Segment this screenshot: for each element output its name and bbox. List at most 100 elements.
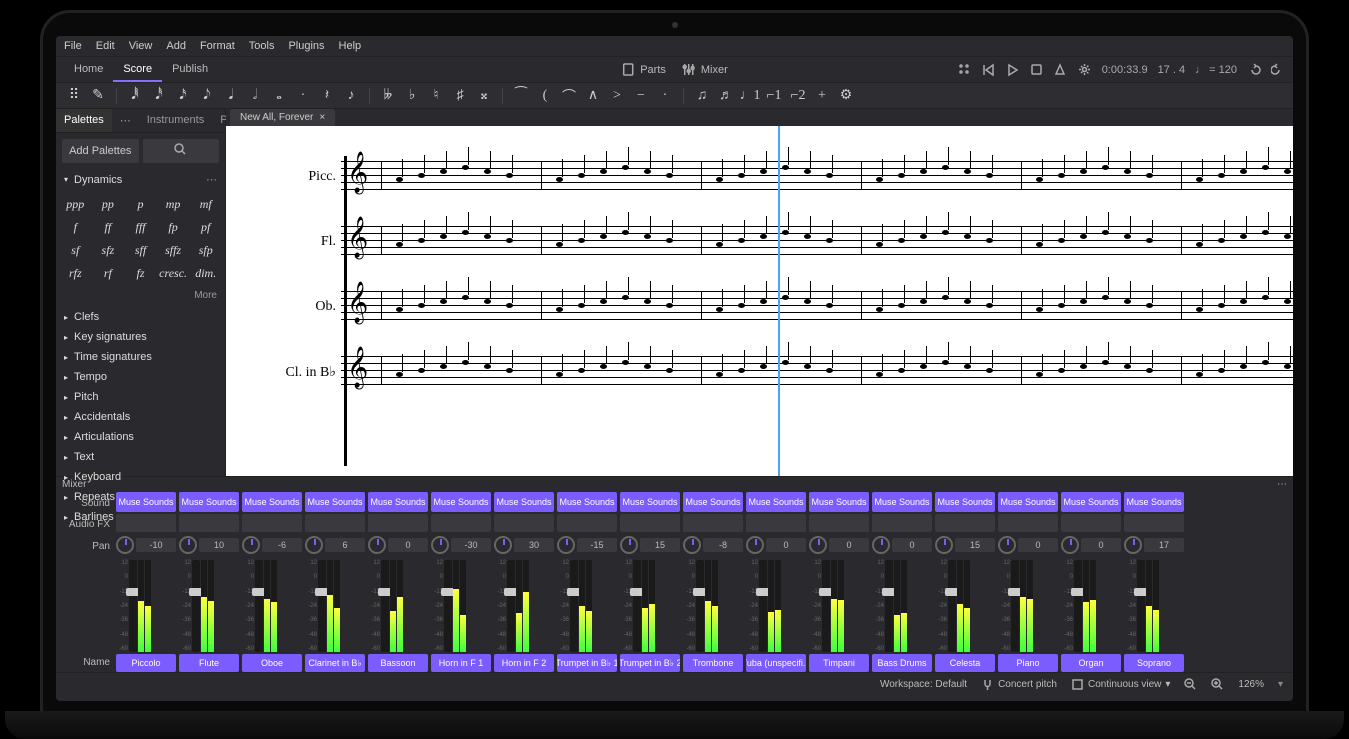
fx-slot[interactable] (746, 514, 806, 532)
pan-knob[interactable] (116, 536, 134, 554)
pan-value[interactable]: 0 (1081, 538, 1121, 552)
pencil-icon[interactable]: ✎ (88, 86, 108, 106)
fx-slot[interactable] (305, 514, 365, 532)
pan-knob[interactable] (683, 536, 701, 554)
fx-slot[interactable] (368, 514, 428, 532)
menu-edit[interactable]: Edit (96, 40, 115, 52)
pan-value[interactable]: -8 (703, 538, 743, 552)
fx-slot[interactable] (998, 514, 1058, 532)
dynamic-mp[interactable]: mp (158, 194, 189, 215)
note-duration-button[interactable]: 𝅘𝅥𝅯 (173, 86, 193, 106)
pan-value[interactable]: 17 (1144, 538, 1184, 552)
workspace-selector[interactable]: Workspace: Default (880, 679, 967, 690)
pan-value[interactable]: 15 (640, 538, 680, 552)
pan-value[interactable]: 6 (325, 538, 365, 552)
volume-fader[interactable] (948, 560, 956, 652)
grip-icon[interactable]: ⠿ (64, 86, 84, 106)
sound-selector[interactable]: Muse Sounds (368, 492, 428, 512)
fx-slot[interactable] (494, 514, 554, 532)
sidetab-1[interactable]: ⋯ (112, 109, 139, 132)
note-duration-button[interactable]: ♪ (341, 86, 361, 106)
undo-icon[interactable] (1247, 63, 1261, 77)
menu-add[interactable]: Add (166, 40, 186, 52)
sound-selector[interactable]: Muse Sounds (116, 492, 176, 512)
menu-view[interactable]: View (129, 40, 153, 52)
channel-name[interactable]: Timpani (809, 654, 869, 672)
pan-value[interactable]: 30 (514, 538, 554, 552)
volume-fader[interactable] (318, 560, 326, 652)
pan-value[interactable]: 0 (388, 538, 428, 552)
tool-button[interactable]: + (812, 86, 832, 106)
dynamic-rf[interactable]: rf (93, 263, 124, 284)
menu-help[interactable]: Help (339, 40, 362, 52)
dynamic-fff[interactable]: fff (125, 217, 156, 238)
channel-name[interactable]: Celesta (935, 654, 995, 672)
fx-slot[interactable] (809, 514, 869, 532)
playhead[interactable] (778, 126, 780, 476)
settings-icon[interactable] (1078, 63, 1092, 77)
pan-knob[interactable] (1061, 536, 1079, 554)
articulation-button[interactable]: ⌒ (559, 86, 579, 106)
redo-icon[interactable] (1271, 63, 1285, 77)
fx-slot[interactable] (431, 514, 491, 532)
fx-slot[interactable] (116, 514, 176, 532)
pan-value[interactable]: -15 (577, 538, 617, 552)
fx-slot[interactable] (935, 514, 995, 532)
dynamic-sfp[interactable]: sfp (190, 240, 221, 261)
volume-fader[interactable] (1137, 560, 1145, 652)
dynamic-f[interactable]: f (60, 217, 91, 238)
note-duration-button[interactable]: 𝅝 (269, 86, 289, 106)
fx-slot[interactable] (620, 514, 680, 532)
document-tab[interactable]: New All, Forever × (230, 109, 335, 126)
pan-knob[interactable] (809, 536, 827, 554)
pan-knob[interactable] (305, 536, 323, 554)
dynamic-fz[interactable]: fz (125, 263, 156, 284)
palette-time-signatures[interactable]: Time signatures (56, 347, 225, 367)
fx-slot[interactable] (872, 514, 932, 532)
more-link[interactable]: More (56, 288, 225, 307)
accidental-button[interactable]: ♮ (426, 86, 446, 106)
menu-format[interactable]: Format (200, 40, 235, 52)
pan-value[interactable]: 10 (199, 538, 239, 552)
pan-value[interactable]: 0 (766, 538, 806, 552)
articulation-button[interactable]: > (607, 86, 627, 106)
palette-key-signatures[interactable]: Key signatures (56, 327, 225, 347)
pan-knob[interactable] (935, 536, 953, 554)
accidental-button[interactable]: ♯ (450, 86, 470, 106)
note-duration-button[interactable]: 𝄽 (317, 86, 337, 106)
menu-file[interactable]: File (64, 40, 82, 52)
channel-name[interactable]: Piccolo (116, 654, 176, 672)
pan-value[interactable]: -30 (451, 538, 491, 552)
tool-button[interactable]: ♫ (692, 86, 712, 106)
articulation-button[interactable]: − (631, 86, 651, 106)
dynamic-dim.[interactable]: dim. (190, 263, 221, 284)
sound-selector[interactable]: Muse Sounds (620, 492, 680, 512)
volume-fader[interactable] (885, 560, 893, 652)
dynamics-header[interactable]: Dynamics ⋯ (56, 169, 225, 190)
staff[interactable]: 𝄞 (341, 161, 1293, 193)
zoom-in-icon[interactable] (1211, 678, 1224, 691)
pan-knob[interactable] (431, 536, 449, 554)
metronome-icon[interactable] (1054, 63, 1068, 77)
staff[interactable]: 𝄞 (341, 356, 1293, 388)
dynamic-sff[interactable]: sff (125, 240, 156, 261)
tool-button[interactable]: ⌐1 (764, 86, 784, 106)
pan-knob[interactable] (179, 536, 197, 554)
channel-name[interactable]: Trumpet in B♭ 1 (557, 654, 617, 672)
more-icon[interactable]: ⋯ (206, 173, 217, 186)
channel-name[interactable]: Tuba (unspecifi... (746, 654, 806, 672)
volume-fader[interactable] (444, 560, 452, 652)
sound-selector[interactable]: Muse Sounds (998, 492, 1058, 512)
articulation-button[interactable]: · (655, 86, 675, 106)
fx-slot[interactable] (1061, 514, 1121, 532)
note-duration-button[interactable]: 𝅘𝅥𝅱 (125, 86, 145, 106)
articulation-button[interactable]: ( (535, 86, 555, 106)
pan-knob[interactable] (998, 536, 1016, 554)
mixer-menu-icon[interactable]: ⋯ (1277, 479, 1287, 490)
volume-fader[interactable] (255, 560, 263, 652)
note-duration-button[interactable]: 𝅗𝅥 (245, 86, 265, 106)
dynamic-sf[interactable]: sf (60, 240, 91, 261)
channel-name[interactable]: Horn in F 1 (431, 654, 491, 672)
dynamic-cresc.[interactable]: cresc. (158, 263, 189, 284)
tool-button[interactable]: ♬ (716, 86, 736, 106)
